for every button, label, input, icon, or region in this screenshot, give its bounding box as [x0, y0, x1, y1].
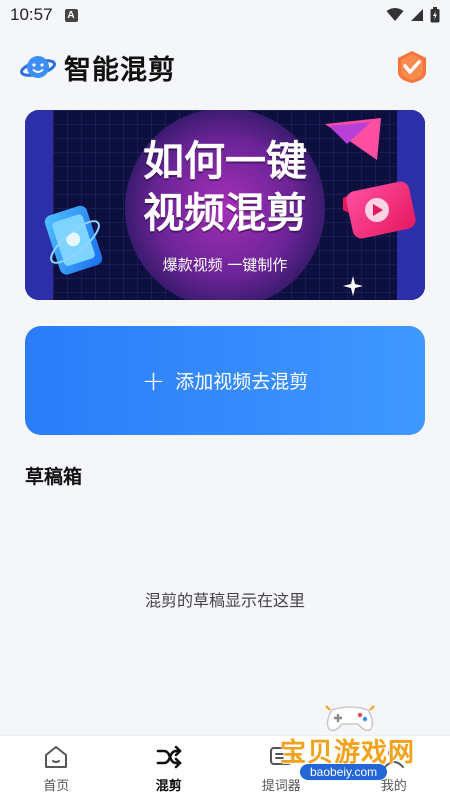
add-video-button[interactable]: + 添加视频去混剪	[25, 326, 425, 435]
banner-subtitle: 爆款视频 一键制作	[162, 256, 288, 274]
status-bar: 10:57 A	[0, 0, 450, 30]
plus-icon: +	[141, 363, 166, 397]
banner-title-line1: 如何一键	[143, 137, 307, 185]
home-icon	[45, 745, 68, 768]
banner-title-line2: 视频混剪	[143, 189, 307, 237]
app-header: 智能混剪	[0, 44, 450, 90]
tutorial-banner[interactable]: 如何一键 视频混剪 爆款视频 一键制作	[25, 110, 425, 300]
app-title: 智能混剪	[64, 54, 176, 86]
nav-item-mix[interactable]: 混剪	[113, 736, 226, 800]
planet-face-icon	[20, 56, 56, 78]
signal-icon	[411, 9, 423, 21]
drafts-title: 草稿箱	[25, 466, 83, 488]
status-time: 10:57	[10, 5, 53, 24]
site-watermark: 宝贝游戏网 baobeiy.com	[272, 700, 450, 800]
drafts-empty-text: 混剪的草稿显示在这里	[144, 591, 305, 610]
nav-label-home: 首页	[43, 778, 70, 794]
notification-icon: A	[64, 8, 78, 22]
nav-item-home[interactable]: 首页	[0, 736, 113, 800]
battery-icon	[430, 7, 440, 23]
watermark-url: baobeiy.com	[300, 764, 388, 780]
nav-label-mix: 混剪	[155, 778, 182, 794]
add-video-label: 添加视频去混剪	[175, 371, 309, 393]
status-icons	[386, 7, 440, 23]
gamepad-icon	[325, 705, 375, 732]
wifi-icon	[386, 8, 404, 21]
shuffle-icon	[156, 745, 182, 768]
vip-shield-icon[interactable]	[394, 49, 430, 85]
